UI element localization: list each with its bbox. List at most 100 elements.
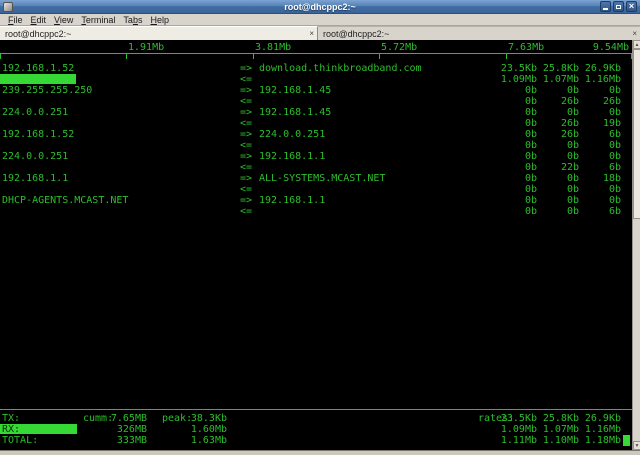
footer-separator: [0, 409, 632, 410]
tab-close-icon[interactable]: ×: [632, 27, 637, 40]
rx-rate-col3: 26b: [576, 96, 621, 107]
rx-rate-col3: 1.16Mb: [576, 74, 621, 85]
arrow-out-icon: =>: [240, 85, 252, 96]
arrow-out-icon: =>: [240, 151, 252, 162]
footer-rate-col2: 1.07Mb: [534, 424, 579, 435]
scale-label: 5.72Mb: [381, 42, 417, 53]
footer-rate-col1: 1.11Mb: [492, 435, 537, 446]
maximize-button[interactable]: [613, 1, 624, 12]
tx-rate-col3: 0b: [576, 195, 621, 206]
tab-active[interactable]: root@dhcppc2:~ ×: [0, 26, 318, 40]
close-button[interactable]: ×: [626, 1, 637, 12]
scroll-down-icon[interactable]: ▼: [633, 441, 640, 450]
dest-host: 192.168.1.45: [259, 85, 331, 96]
minimize-button[interactable]: [600, 1, 611, 12]
footer-rate-col3: 26.9Kb: [576, 413, 621, 424]
footer-row-label: TOTAL:: [2, 435, 38, 446]
rx-rate-col2: 26b: [534, 96, 579, 107]
rx-rate-col2: 0b: [534, 140, 579, 151]
arrow-in-icon: <=: [240, 206, 252, 217]
tx-rate-col2: 0b: [534, 173, 579, 184]
rx-rate-col2: 22b: [534, 162, 579, 173]
minimize-icon: [603, 8, 608, 10]
peak-value: 1.60Mb: [179, 424, 227, 435]
window-controls: ×: [600, 1, 637, 12]
scale-tick: [0, 53, 1, 59]
scale-tick: [379, 53, 380, 59]
tx-rate-col2: 0b: [534, 107, 579, 118]
rx-rate-col2: 1.07Mb: [534, 74, 579, 85]
scale-line: [0, 53, 632, 54]
tx-rate-col1: 0b: [492, 195, 537, 206]
terminal-cursor: [623, 435, 630, 446]
rx-rate-col1: 0b: [492, 162, 537, 173]
tx-rate-col3: 6b: [576, 129, 621, 140]
tab-inactive[interactable]: root@dhcppc2:~ ×: [318, 26, 640, 40]
cumm-value: 333MB: [99, 435, 147, 446]
rx-traffic-bar: [0, 74, 76, 84]
iftop-screen[interactable]: 1.91Mb3.81Mb5.72Mb7.63Mb9.54Mb192.168.1.…: [0, 40, 632, 450]
titlebar[interactable]: root@dhcppc2:~ ×: [0, 0, 640, 14]
window-bottom-border: [0, 450, 640, 455]
source-host: 192.168.1.52: [2, 63, 74, 74]
footer-rate-col2: 25.8Kb: [534, 413, 579, 424]
tx-rate-col2: 26b: [534, 129, 579, 140]
tx-rate-col2: 25.8Kb: [534, 63, 579, 74]
rx-rate-col1: 0b: [492, 96, 537, 107]
arrow-in-icon: <=: [240, 184, 252, 195]
scale-label: 7.63Mb: [508, 42, 544, 53]
menu-edit[interactable]: Edit: [27, 14, 51, 26]
source-host: 224.0.0.251: [2, 107, 68, 118]
tab-close-icon[interactable]: ×: [309, 27, 314, 40]
arrow-in-icon: <=: [240, 140, 252, 151]
rx-rate-col1: 1.09Mb: [492, 74, 537, 85]
tx-rate-col2: 0b: [534, 151, 579, 162]
tx-rate-col3: 0b: [576, 85, 621, 96]
tx-rate-col3: 0b: [576, 107, 621, 118]
footer-rate-col1: 1.09Mb: [492, 424, 537, 435]
dest-host: 192.168.1.45: [259, 107, 331, 118]
rx-rate-col1: 0b: [492, 140, 537, 151]
tx-rate-col1: 0b: [492, 129, 537, 140]
rx-rate-col2: 0b: [534, 184, 579, 195]
scroll-up-icon[interactable]: ▲: [633, 40, 640, 49]
scrollbar-thumb[interactable]: [633, 49, 640, 219]
tx-rate-col3: 18b: [576, 173, 621, 184]
menu-help[interactable]: Help: [146, 14, 173, 26]
peak-value: 1.63Mb: [179, 435, 227, 446]
tab-title: root@dhcppc2:~: [5, 29, 71, 39]
cumm-value: 326MB: [99, 424, 147, 435]
maximize-icon: [616, 5, 621, 9]
source-host: 192.168.1.52: [2, 129, 74, 140]
rx-rate-col2: 0b: [534, 206, 579, 217]
dest-host: 192.168.1.1: [259, 195, 325, 206]
tx-rate-col2: 0b: [534, 195, 579, 206]
scale-tick: [506, 53, 507, 59]
rx-rate-col3: 19b: [576, 118, 621, 129]
arrow-out-icon: =>: [240, 107, 252, 118]
tx-rate-col1: 0b: [492, 107, 537, 118]
menu-terminal[interactable]: Terminal: [77, 14, 119, 26]
scale-label: 1.91Mb: [128, 42, 164, 53]
window-title: root@dhcppc2:~: [0, 0, 640, 14]
footer-row-label: RX:: [2, 424, 20, 435]
tx-rate-col3: 0b: [576, 151, 621, 162]
tx-rate-col3: 26.9Kb: [576, 63, 621, 74]
footer-rate-col2: 1.10Mb: [534, 435, 579, 446]
tab-bar: root@dhcppc2:~ × root@dhcppc2:~ ×: [0, 26, 640, 40]
menu-file[interactable]: File: [4, 14, 27, 26]
terminal-scrollbar[interactable]: ▲ ▼: [632, 40, 640, 450]
menu-view[interactable]: View: [50, 14, 77, 26]
rx-rate-col3: 6b: [576, 206, 621, 217]
footer-rate-col3: 1.16Mb: [576, 424, 621, 435]
tx-rate-col1: 0b: [492, 173, 537, 184]
rx-rate-col1: 0b: [492, 206, 537, 217]
rx-rate-col3: 0b: [576, 140, 621, 151]
terminal-area: 1.91Mb3.81Mb5.72Mb7.63Mb9.54Mb192.168.1.…: [0, 40, 640, 450]
arrow-out-icon: =>: [240, 63, 252, 74]
dest-host: 192.168.1.1: [259, 151, 325, 162]
tx-rate-col1: 0b: [492, 151, 537, 162]
menu-tabs[interactable]: Tabs: [119, 14, 146, 26]
arrow-in-icon: <=: [240, 162, 252, 173]
source-host: 224.0.0.251: [2, 151, 68, 162]
